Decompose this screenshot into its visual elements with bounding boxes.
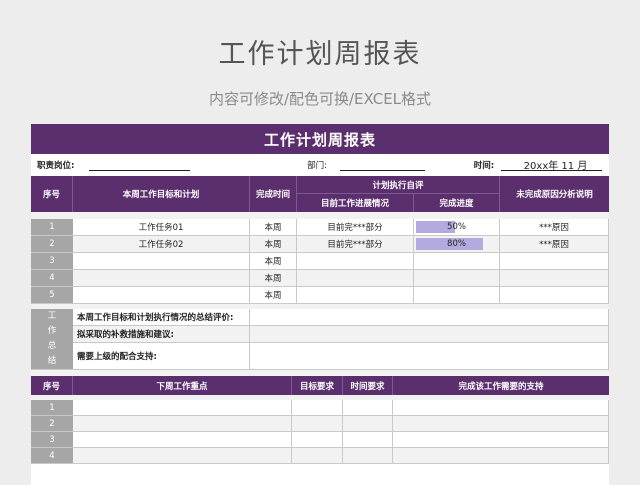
row-index: 3 [31,432,73,448]
summary-evaluation-label: 本周工作目标和计划执行情况的总结评价: [73,309,250,326]
page-title: 工作计划周报表 [218,39,422,70]
t1-header-progress-desc: 目前工作进展情况 [297,194,414,212]
summary-side-char: 总 [47,341,57,351]
position-underline[interactable] [89,170,190,171]
progress-desc-cell[interactable]: 目前完***部分 [297,219,414,236]
progress-desc-cell[interactable] [297,253,414,270]
summary-side-char: 作 [47,326,57,336]
row-index: 2 [31,236,73,253]
row-index: 1 [31,219,73,236]
time-underline [501,170,602,171]
spacer [31,212,609,219]
summary-remedy-label: 拟采取的补救措施和建议: [73,326,250,343]
dept-label: 部门: [307,160,327,171]
time-cell[interactable]: 本周 [250,270,297,287]
row-index: 4 [31,448,73,464]
row-index: 4 [31,270,73,287]
progress-text: 50% [447,222,466,232]
focus-cell[interactable] [73,400,292,416]
summary-support-label: 需要上级的配合支持: [73,343,250,370]
time-cell[interactable]: 本周 [250,253,297,270]
focus-cell[interactable] [73,416,292,432]
t2-header-no: 序号 [31,376,73,395]
progress-desc-cell[interactable] [297,270,414,287]
reason-cell[interactable] [500,270,609,287]
t2-header-focus: 下周工作重点 [73,376,292,395]
time-cell[interactable] [343,400,393,416]
t1-header-goal: 本周工作目标和计划 [73,176,250,212]
t1-header-time: 完成时间 [250,176,297,212]
summary-side-char: 工 [47,311,57,321]
focus-cell[interactable] [73,448,292,464]
target-cell[interactable] [292,416,343,432]
summary-evaluation-field[interactable] [250,309,609,326]
target-cell[interactable] [292,432,343,448]
time-cell[interactable]: 本周 [250,219,297,236]
row-index: 2 [31,416,73,432]
support-cell[interactable] [393,448,609,464]
t1-header-reason: 未完成原因分析说明 [500,176,609,212]
t2-header-target: 目标要求 [292,376,343,395]
reason-cell[interactable]: ***原因 [500,236,609,253]
t1-header-no: 序号 [31,176,73,212]
target-cell[interactable] [292,448,343,464]
report-sheet: 工作计划周报表 职责岗位: 部门: 时间: 20xx年 11 月 序号 本周工作… [31,124,609,485]
reason-cell[interactable] [500,253,609,270]
goal-cell[interactable]: 工作任务01 [73,219,250,236]
t2-header-time: 时间要求 [343,376,393,395]
time-cell[interactable] [343,416,393,432]
time-cell[interactable]: 本周 [250,236,297,253]
target-cell[interactable] [292,400,343,416]
sheet-banner: 工作计划周报表 [31,124,609,154]
progress-cell[interactable] [414,270,500,287]
time-cell[interactable] [343,448,393,464]
time-cell[interactable] [343,432,393,448]
progress-cell[interactable]: 80% [414,236,500,253]
dept-underline[interactable] [340,170,425,171]
time-cell[interactable]: 本周 [250,287,297,304]
progress-desc-cell[interactable] [297,287,414,304]
support-cell[interactable] [393,400,609,416]
t1-header-progress: 完成进度 [414,194,500,212]
goal-cell[interactable]: 工作任务02 [73,236,250,253]
goal-cell[interactable] [73,270,250,287]
row-index: 1 [31,400,73,416]
progress-cell[interactable] [414,253,500,270]
progress-cell[interactable]: 50% [414,219,500,236]
goal-cell[interactable] [73,253,250,270]
focus-cell[interactable] [73,432,292,448]
row-index: 5 [31,287,73,304]
support-cell[interactable] [393,432,609,448]
summary-remedy-field[interactable] [250,326,609,343]
time-value[interactable]: 20xx年 11 月 [508,155,603,174]
progress-cell[interactable] [414,287,500,304]
summary-support-field[interactable] [250,343,609,370]
t2-header-support: 完成该工作需要的支持 [393,376,609,395]
support-cell[interactable] [393,416,609,432]
summary-side-char: 结 [47,356,57,366]
summary-side-label: 工 作 总 结 [31,309,73,370]
t1-header-eval-group: 计划执行自评 [297,176,500,194]
progress-desc-cell[interactable]: 目前完***部分 [297,236,414,253]
page-subtitle: 内容可修改/配色可换/EXCEL格式 [208,90,432,108]
reason-cell[interactable]: ***原因 [500,219,609,236]
goal-cell[interactable] [73,287,250,304]
progress-text: 80% [447,239,466,249]
position-label: 职责岗位: [37,160,75,171]
time-label: 时间: [473,160,495,171]
reason-cell[interactable] [500,287,609,304]
row-index: 3 [31,253,73,270]
